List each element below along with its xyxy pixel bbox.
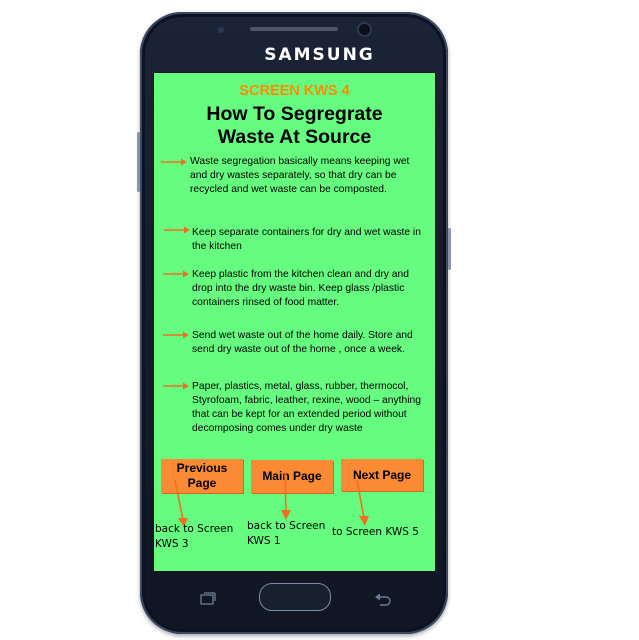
right-arrow-icon <box>163 382 189 390</box>
title-line-1: How To Segregrate <box>206 103 383 125</box>
brand-logo: SAMSUNG <box>264 45 375 65</box>
bullet-text: Keep separate containers for dry and wet… <box>192 227 421 252</box>
bullet-text: Waste segregation basically means keepin… <box>190 156 410 195</box>
volume-button <box>137 132 140 192</box>
title-line-2: Waste At Source <box>217 126 372 148</box>
previous-page-note: back to Screen KWS 3 <box>155 523 234 550</box>
front-camera <box>359 24 370 35</box>
phone-screen: SCREEN KWS 4 How To Segregrate Waste At … <box>153 72 436 572</box>
right-arrow-icon <box>163 331 189 339</box>
right-arrow-icon <box>164 226 190 234</box>
bullet-text: Paper, plastics, metal, glass, rubber, t… <box>192 381 421 434</box>
earpiece-speaker <box>250 27 338 31</box>
right-arrow-icon <box>163 270 189 278</box>
bullet-text: Send wet waste out of the home daily. St… <box>192 330 413 355</box>
power-button <box>448 228 451 270</box>
down-arrow-icon <box>281 473 291 520</box>
down-arrow-icon <box>174 479 188 527</box>
back-icon[interactable] <box>374 592 392 606</box>
bullet-text: Keep plastic from the kitchen clean and … <box>192 269 409 308</box>
screen-id-label: SCREEN KWS 4 <box>239 83 350 99</box>
home-button[interactable] <box>259 583 331 611</box>
recent-apps-icon[interactable] <box>200 592 216 606</box>
right-arrow-icon <box>161 158 187 166</box>
proximity-sensor <box>218 27 224 33</box>
page-title: How To Segregrate Waste At Source <box>154 103 435 149</box>
main-page-note: back to Screen KWS 1 <box>247 520 326 547</box>
next-page-note: to Screen KWS 5 <box>332 526 419 538</box>
down-arrow-icon <box>356 479 369 526</box>
